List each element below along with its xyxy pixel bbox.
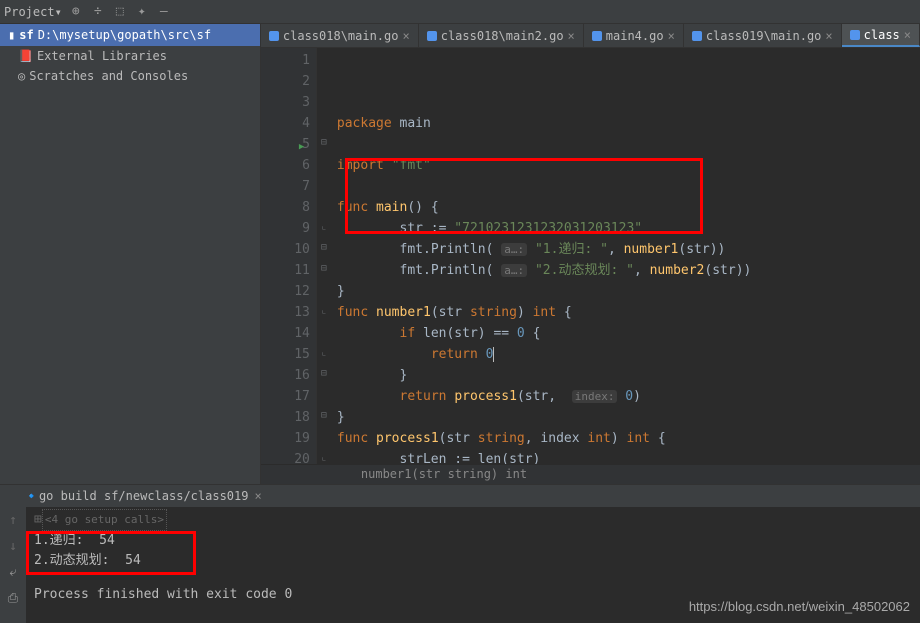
code-line: func main() { bbox=[337, 197, 920, 218]
close-icon[interactable]: × bbox=[904, 28, 911, 42]
editor-tab[interactable]: class018\main2.go × bbox=[419, 24, 584, 47]
go-file-icon bbox=[427, 31, 437, 41]
code-line bbox=[337, 134, 920, 155]
pin-icon[interactable]: ✦ bbox=[134, 4, 150, 20]
output-line: 1.递归: 54 bbox=[34, 531, 912, 551]
editor-tab[interactable]: class018\main.go× bbox=[261, 24, 419, 47]
go-icon: 🔹 bbox=[24, 489, 39, 503]
close-icon[interactable]: × bbox=[254, 489, 261, 503]
project-dropdown[interactable]: Project ▾ bbox=[4, 5, 62, 19]
console-tab-label: go build sf/newclass/class019 bbox=[39, 489, 249, 503]
editor-tab[interactable]: class × bbox=[842, 24, 920, 47]
setup-calls: <4 go setup calls> bbox=[42, 509, 167, 531]
tab-label: class bbox=[864, 28, 900, 42]
group-icon[interactable]: ⬚ bbox=[112, 4, 128, 20]
code-line: func process1(str string, index int) int… bbox=[337, 428, 920, 449]
watermark: https://blog.csdn.net/weixin_48502062 bbox=[689, 597, 910, 617]
close-icon[interactable]: × bbox=[568, 29, 575, 43]
close-icon[interactable]: × bbox=[668, 29, 675, 43]
main-area: ▮ sf D:\mysetup\gopath\src\sf 📕 External… bbox=[0, 24, 920, 484]
sidebar-item-scratches[interactable]: ◎ Scratches and Consoles bbox=[0, 66, 260, 86]
close-icon[interactable]: × bbox=[402, 29, 409, 43]
project-sidebar: ▮ sf D:\mysetup\gopath\src\sf 📕 External… bbox=[0, 24, 261, 484]
down-icon[interactable]: ↓ bbox=[9, 537, 17, 557]
code-line: func number1(str string) int { bbox=[337, 302, 920, 323]
go-file-icon bbox=[692, 31, 702, 41]
code-line: fmt.Println( a…: "2.动态规划: ", number2(str… bbox=[337, 260, 920, 281]
collapse-icon[interactable]: ⊕ bbox=[68, 4, 84, 20]
code-content[interactable]: package main import "fmt" func main() { st… bbox=[331, 48, 920, 464]
code-line: } bbox=[337, 365, 920, 386]
folder-icon: ▮ bbox=[8, 28, 15, 42]
sidebar-item-label: Scratches and Consoles bbox=[29, 69, 188, 83]
fold-gutter[interactable]: ⊟⌞⊟⊟⌞⌞⊟⊟⌞⊟ bbox=[317, 48, 331, 464]
sidebar-item-external-libs[interactable]: 📕 External Libraries bbox=[0, 46, 260, 66]
console-body: ↑ ↓ ⤶ ⎙ ⊞<4 go setup calls> 1.递归: 54 2.动… bbox=[0, 507, 920, 623]
code-line: import "fmt" bbox=[337, 155, 920, 176]
tab-label: main4.go bbox=[606, 29, 664, 43]
output-line: 2.动态规划: 54 bbox=[34, 551, 912, 571]
tab-label: class018\main.go bbox=[283, 29, 399, 43]
code-line: } bbox=[337, 407, 920, 428]
code-editor[interactable]: 12345▶6789101112131415161718192021 ⊟⌞⊟⊟⌞… bbox=[261, 48, 920, 464]
console-panel: 🔹 go build sf/newclass/class019 × ↑ ↓ ⤶ … bbox=[0, 484, 920, 623]
project-root[interactable]: ▮ sf D:\mysetup\gopath\src\sf bbox=[0, 24, 260, 46]
print-icon[interactable]: ⎙ bbox=[8, 589, 18, 609]
scratch-icon: ◎ bbox=[18, 69, 25, 83]
folded-icon[interactable]: ⊞ bbox=[34, 512, 42, 527]
editor-area: class018\main.go×class018\main2.go×main4… bbox=[261, 24, 920, 484]
code-line: if len(str) == 0 { bbox=[337, 323, 920, 344]
chevron-down-icon: ▾ bbox=[55, 5, 62, 19]
editor-tabs: class018\main.go×class018\main2.go×main4… bbox=[261, 24, 920, 48]
code-line: fmt.Println( a…: "1.递归: ", number1(str)) bbox=[337, 239, 920, 260]
console-output[interactable]: ⊞<4 go setup calls> 1.递归: 54 2.动态规划: 54 … bbox=[26, 507, 920, 623]
tab-label: class019\main.go bbox=[706, 29, 822, 43]
code-line: return process1(str, index: 0) bbox=[337, 386, 920, 407]
code-line: return 0 bbox=[337, 344, 920, 365]
go-file-icon bbox=[269, 31, 279, 41]
code-line: } bbox=[337, 281, 920, 302]
code-line: strLen := len(str) bbox=[337, 449, 920, 464]
editor-tab[interactable]: main4.go × bbox=[584, 24, 684, 47]
project-name: sf bbox=[19, 28, 33, 42]
code-line: package main bbox=[337, 113, 920, 134]
code-line bbox=[337, 176, 920, 197]
code-line: str := "7210231231232031203123" bbox=[337, 218, 920, 239]
project-path-text: D:\mysetup\gopath\src\sf bbox=[38, 28, 211, 42]
divide-icon[interactable]: ÷ bbox=[90, 4, 106, 20]
top-toolbar: Project ▾ ⊕ ÷ ⬚ ✦ — bbox=[0, 0, 920, 24]
expand-icon[interactable]: — bbox=[156, 4, 172, 20]
wrap-icon[interactable]: ⤶ bbox=[9, 563, 16, 583]
go-file-icon bbox=[592, 31, 602, 41]
sidebar-item-label: External Libraries bbox=[37, 49, 167, 63]
library-icon: 📕 bbox=[18, 49, 33, 63]
project-label: Project bbox=[4, 5, 55, 19]
up-icon[interactable]: ↑ bbox=[9, 511, 17, 531]
editor-tab[interactable]: class019\main.go× bbox=[684, 24, 842, 47]
close-icon[interactable]: × bbox=[825, 29, 832, 43]
tab-label: class018\main2.go bbox=[441, 29, 564, 43]
line-gutter: 12345▶6789101112131415161718192021 bbox=[261, 48, 317, 464]
go-file-icon bbox=[850, 30, 860, 40]
breadcrumb-text: number1(str string) int bbox=[361, 467, 527, 481]
console-gutter: ↑ ↓ ⤶ ⎙ bbox=[0, 507, 26, 623]
breadcrumb[interactable]: number1(str string) int bbox=[261, 464, 920, 484]
console-tab[interactable]: 🔹 go build sf/newclass/class019 × bbox=[0, 485, 920, 507]
